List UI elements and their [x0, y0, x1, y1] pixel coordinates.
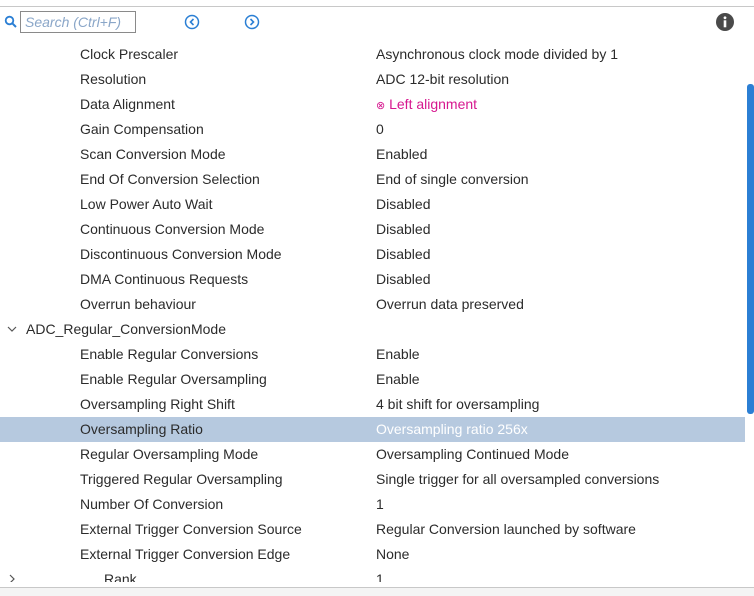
tree-row[interactable]: Clock Prescaler Asynchronous clock mode … — [0, 42, 745, 67]
tree-row[interactable]: Overrun behaviour Overrun data preserved — [0, 292, 745, 317]
tree-row-selected[interactable]: Oversampling Ratio Oversampling ratio 25… — [0, 417, 745, 442]
tree-row[interactable]: Scan Conversion Mode Enabled — [0, 142, 745, 167]
tree-row[interactable]: Resolution ADC 12-bit resolution — [0, 67, 745, 92]
properties-toolbar — [0, 7, 754, 41]
property-value[interactable]: 4 bit shift for oversampling — [376, 392, 539, 417]
tree-row[interactable]: Oversampling Right Shift 4 bit shift for… — [0, 392, 745, 417]
tree-row[interactable]: Regular Oversampling Mode Oversampling C… — [0, 442, 745, 467]
property-value[interactable]: Disabled — [376, 242, 430, 267]
property-name: Scan Conversion Mode — [80, 146, 226, 162]
search-icon — [4, 15, 18, 29]
group-label: ADC_Regular_ConversionMode — [26, 321, 226, 337]
property-name: Continuous Conversion Mode — [80, 221, 265, 237]
property-name: Enable Regular Oversampling — [80, 371, 267, 387]
property-value[interactable]: Enabled — [376, 142, 427, 167]
property-value[interactable]: 1 — [376, 567, 384, 582]
property-name: Discontinuous Conversion Mode — [80, 246, 282, 262]
property-name: End Of Conversion Selection — [80, 171, 260, 187]
property-name: Oversampling Ratio — [80, 421, 203, 437]
property-name: Gain Compensation — [80, 121, 204, 137]
property-name: External Trigger Conversion Source — [80, 521, 302, 537]
property-value[interactable]: ADC 12-bit resolution — [376, 67, 509, 92]
property-value[interactable]: End of single conversion — [376, 167, 529, 192]
previous-match-button[interactable] — [184, 14, 200, 30]
property-name: Clock Prescaler — [80, 46, 179, 62]
tree-row[interactable]: Low Power Auto Wait Disabled — [0, 192, 745, 217]
search-field[interactable] — [20, 11, 137, 33]
property-name: Regular Oversampling Mode — [80, 446, 259, 462]
property-name: Low Power Auto Wait — [80, 196, 213, 212]
tree-row[interactable]: External Trigger Conversion Edge None — [0, 542, 745, 567]
scrollbar-thumb[interactable] — [747, 84, 754, 414]
property-value[interactable]: Oversampling Continued Mode — [376, 442, 569, 467]
tree-row[interactable]: Continuous Conversion Mode Disabled — [0, 217, 745, 242]
search-input[interactable] — [23, 13, 137, 31]
property-value[interactable]: Enable — [376, 342, 420, 367]
property-name: Enable Regular Conversions — [80, 346, 259, 362]
property-value[interactable]: Enable — [376, 367, 420, 392]
tree-row[interactable]: Discontinuous Conversion Mode Disabled — [0, 242, 745, 267]
tree-row[interactable]: End Of Conversion Selection End of singl… — [0, 167, 745, 192]
property-name: DMA Continuous Requests — [80, 271, 249, 287]
tree-row[interactable]: Enable Regular Conversions Enable — [0, 342, 745, 367]
tree-row[interactable]: Enable Regular Oversampling Enable — [0, 367, 745, 392]
property-name: Overrun behaviour — [80, 296, 196, 312]
property-name: External Trigger Conversion Edge — [80, 546, 291, 562]
chevron-right-circle-icon — [244, 14, 260, 30]
next-match-button[interactable] — [244, 14, 260, 30]
property-value[interactable]: None — [376, 542, 409, 567]
window-top-border — [0, 0, 754, 7]
property-name: Resolution — [80, 71, 147, 87]
info-icon[interactable] — [715, 12, 735, 32]
tree-row[interactable]: Triggered Regular Oversampling Single tr… — [0, 467, 745, 492]
tree-row[interactable]: External Trigger Conversion Source Regul… — [0, 517, 745, 542]
property-name: Rank — [104, 571, 137, 582]
property-value[interactable]: 1 — [376, 492, 384, 517]
property-value[interactable]: Regular Conversion launched by software — [376, 517, 636, 542]
chevron-down-icon[interactable] — [5, 317, 19, 342]
property-value[interactable]: Single trigger for all oversampled conve… — [376, 467, 659, 492]
tree-row[interactable]: Number Of Conversion 1 — [0, 492, 745, 517]
tree-subgroup-row[interactable]: Rank 1 — [0, 567, 745, 582]
tree-row[interactable]: Gain Compensation 0 — [0, 117, 745, 142]
tree-group-row[interactable]: ADC_Regular_ConversionMode — [0, 317, 745, 342]
chevron-left-circle-icon — [184, 14, 200, 30]
warning-icon: ⊗ — [376, 100, 386, 112]
parameter-tree: Clock Prescaler Asynchronous clock mode … — [0, 42, 745, 582]
property-value[interactable]: Overrun data preserved — [376, 292, 524, 317]
tree-row[interactable]: DMA Continuous Requests Disabled — [0, 267, 745, 292]
property-name: Oversampling Right Shift — [80, 396, 235, 412]
property-value[interactable]: Disabled — [376, 192, 430, 217]
warning-value-text: Left alignment — [389, 96, 478, 112]
property-name: Triggered Regular Oversampling — [80, 471, 283, 487]
property-value[interactable]: Oversampling ratio 256x — [376, 417, 528, 442]
property-value-warning[interactable]: ⊗ Left alignment — [376, 92, 477, 119]
property-value[interactable]: Asynchronous clock mode divided by 1 — [376, 42, 618, 67]
property-name: Number Of Conversion — [80, 496, 224, 512]
property-value[interactable]: 0 — [376, 117, 384, 142]
tree-row[interactable]: Data Alignment ⊗ Left alignment — [0, 92, 745, 117]
vertical-scrollbar[interactable] — [745, 42, 754, 582]
chevron-right-icon[interactable] — [5, 567, 19, 582]
property-value[interactable]: Disabled — [376, 217, 430, 242]
property-value[interactable]: Disabled — [376, 267, 430, 292]
property-name: Data Alignment — [80, 96, 175, 112]
